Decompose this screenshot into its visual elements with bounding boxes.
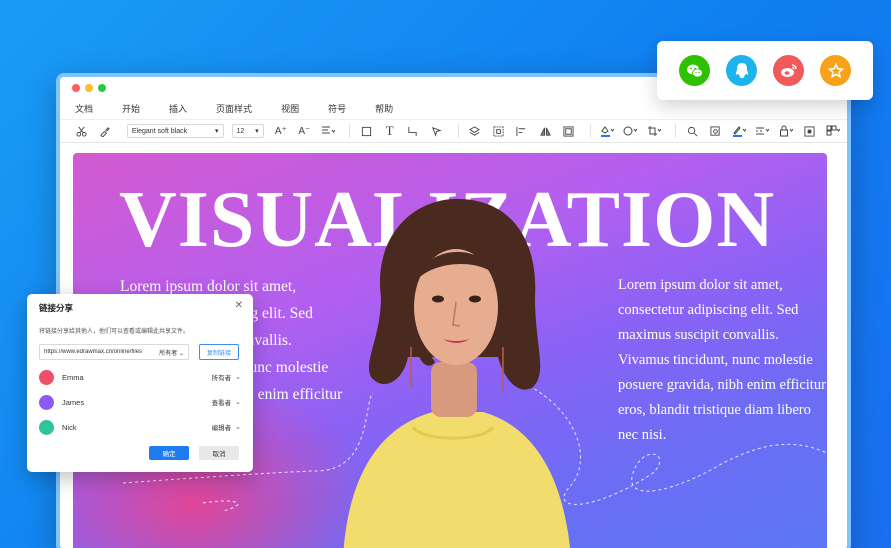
dialog-title: 链接分享 [39, 303, 74, 313]
toolbar-divider [589, 124, 591, 138]
layers-icon[interactable] [466, 122, 484, 140]
flip-icon[interactable] [536, 122, 554, 140]
crop-icon[interactable] [645, 122, 663, 140]
weibo-share-button[interactable] [773, 55, 804, 86]
cut-icon[interactable] [72, 122, 90, 140]
avatar [39, 394, 54, 410]
menu-view[interactable]: 视图 [281, 102, 299, 115]
close-icon[interactable]: ✕ [235, 300, 243, 311]
toolbar: Elegant soft black ▾ 12 ▾ A⁺ A⁻ T [60, 119, 847, 143]
connector-icon[interactable] [404, 122, 422, 140]
user-role-select[interactable]: 所有者 [212, 372, 232, 382]
maximize-window-button[interactable] [98, 84, 106, 92]
user-role-select[interactable]: 编辑者 [212, 422, 232, 432]
line-dash-icon[interactable] [753, 122, 771, 140]
qq-share-button[interactable] [726, 55, 757, 86]
toolbar-divider [457, 124, 459, 138]
chevron-down-icon: ▾ [255, 128, 259, 135]
more-tools-icon[interactable] [824, 122, 842, 140]
chevron-down-icon[interactable]: ⌄ [235, 373, 241, 381]
image-frame-icon[interactable] [559, 122, 577, 140]
close-window-button[interactable] [72, 84, 80, 92]
share-link-field[interactable]: https://www.edrawmax.cn/online/files 所有者… [39, 344, 189, 360]
format-painter-icon[interactable] [95, 122, 113, 140]
user-name: Emma [62, 372, 84, 382]
menu-bar: 文档 开始 插入 页面样式 视图 符号 帮助 [60, 97, 847, 119]
find-replace-icon[interactable] [706, 122, 724, 140]
user-name: James [62, 397, 85, 407]
minimize-window-button[interactable] [85, 84, 93, 92]
align-left-icon[interactable] [512, 122, 530, 140]
wechat-icon [686, 64, 703, 77]
social-share-panel [657, 41, 873, 100]
user-row-nick: Nick 编辑者 ⌄ [39, 419, 241, 435]
toolbar-divider [348, 124, 350, 138]
user-name: Nick [62, 422, 77, 432]
menu-insert[interactable]: 插入 [169, 102, 187, 115]
font-family-value: Elegant soft black [131, 127, 188, 135]
copy-link-button[interactable]: 复制链接 [199, 344, 239, 360]
menu-page-style[interactable]: 页面样式 [216, 102, 252, 115]
wechat-share-button[interactable] [679, 55, 710, 86]
menu-help[interactable]: 帮助 [375, 102, 393, 115]
confirm-button[interactable]: 确定 [149, 446, 189, 460]
group-icon[interactable] [489, 122, 507, 140]
line-style-icon[interactable] [621, 122, 639, 140]
lock-icon[interactable] [777, 122, 795, 140]
link-row: https://www.edrawmax.cn/online/files 所有者… [39, 344, 241, 360]
text-tool-icon[interactable]: T [380, 122, 398, 140]
pen-color-icon[interactable] [730, 122, 748, 140]
weibo-icon [780, 64, 797, 77]
link-share-dialog: 链接分享 ✕ 将链接分享给其他人，他们可以查看或编辑此共享文件。 https:/… [27, 294, 253, 472]
link-permission-select[interactable]: 所有者 ⌄ [159, 348, 184, 357]
qq-icon [735, 63, 748, 78]
font-family-select[interactable]: Elegant soft black ▾ [126, 124, 224, 138]
font-size-value: 12 [236, 127, 245, 135]
favorite-share-button[interactable] [820, 55, 851, 86]
share-link-value: https://www.edrawmax.cn/online/files [44, 349, 143, 355]
align-icon[interactable] [319, 122, 337, 140]
chevron-down-icon: ▾ [215, 128, 219, 135]
font-size-select[interactable]: 12 ▾ [231, 124, 264, 138]
menu-start[interactable]: 开始 [122, 102, 140, 115]
cancel-button[interactable]: 取消 [199, 446, 239, 460]
fill-color-icon[interactable] [598, 122, 616, 140]
target-icon[interactable] [800, 122, 818, 140]
favorite-star-icon [827, 62, 844, 78]
decrease-font-icon[interactable]: A⁻ [295, 122, 313, 140]
user-row-emma: Emma 所有者 ⌄ [39, 369, 241, 385]
chevron-down-icon: ⌄ [178, 350, 184, 357]
chevron-down-icon[interactable]: ⌄ [235, 398, 241, 406]
user-role-select[interactable]: 查看者 [212, 397, 232, 407]
dialog-actions: 确定 取消 [149, 446, 239, 460]
rectangle-icon[interactable] [357, 122, 375, 140]
dialog-description: 将链接分享给其他人，他们可以查看或编辑此共享文件。 [39, 329, 190, 335]
link-permission-value: 所有者 [159, 350, 178, 357]
toolbar-divider [674, 124, 676, 138]
avatar [39, 369, 54, 385]
avatar [39, 419, 54, 435]
woman-portrait-image[interactable] [323, 187, 583, 548]
menu-symbol[interactable]: 符号 [328, 102, 346, 115]
pointer-icon[interactable] [427, 122, 445, 140]
search-icon[interactable] [683, 122, 701, 140]
body-text-right[interactable]: Lorem ipsum dolor sit amet, consectetur … [618, 273, 827, 448]
increase-font-icon[interactable]: A⁺ [272, 122, 290, 140]
menu-document[interactable]: 文档 [75, 102, 93, 115]
user-row-james: James 查看者 ⌄ [39, 394, 241, 410]
chevron-down-icon[interactable]: ⌄ [235, 423, 241, 431]
